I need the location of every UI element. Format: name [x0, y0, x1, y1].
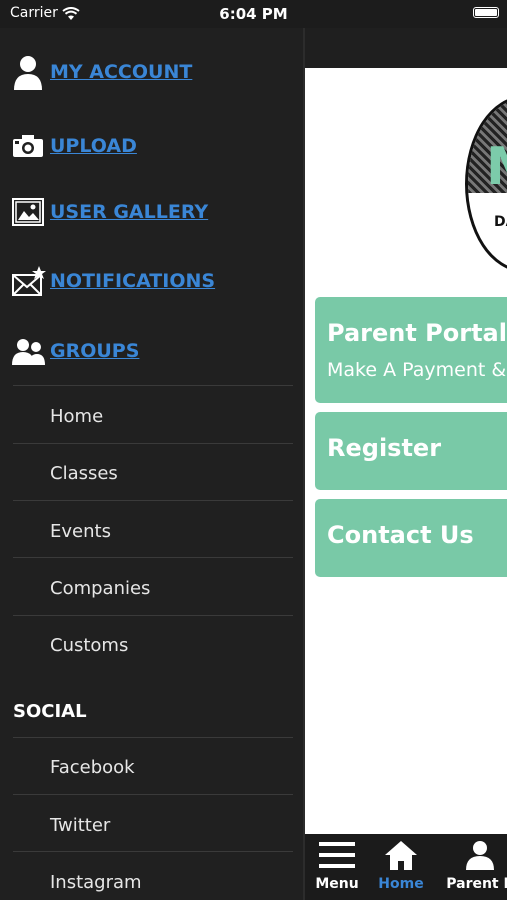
menu-label: GROUPS — [50, 340, 140, 362]
register-button[interactable]: Register — [315, 412, 507, 490]
logo-letter: M — [486, 137, 507, 197]
parent-portal-button[interactable]: Parent Portal Make A Payment & — [315, 297, 507, 403]
divider — [13, 557, 293, 558]
menu-item-user-gallery[interactable]: USER GALLERY — [12, 192, 208, 232]
sidebar-item-twitter[interactable]: Twitter — [50, 814, 110, 838]
camera-icon — [12, 129, 46, 163]
tab-label: Home — [378, 876, 424, 892]
contact-us-button[interactable]: Contact Us — [315, 499, 507, 577]
battery-icon — [473, 7, 499, 18]
envelope-star-icon — [12, 264, 46, 298]
menu-label: NOTIFICATIONS — [50, 270, 216, 292]
sidebar-item-instagram[interactable]: Instagram — [50, 871, 142, 895]
user-icon — [465, 841, 495, 874]
user-icon — [12, 55, 46, 90]
sidebar-item-customs[interactable]: Customs — [50, 634, 128, 658]
tab-label: Menu — [315, 876, 359, 892]
tab-bar: Menu Home Parent P — [305, 834, 507, 900]
menu-label: USER GALLERY — [50, 201, 209, 223]
divider — [13, 737, 293, 738]
menu-item-notifications[interactable]: NOTIFICATIONS — [12, 261, 215, 301]
divider — [13, 443, 293, 444]
tab-parent-portal[interactable]: Parent P — [445, 840, 507, 892]
status-time: 6:04 PM — [219, 5, 288, 23]
divider — [13, 500, 293, 501]
gallery-icon — [12, 195, 46, 229]
button-title: Register — [327, 434, 442, 462]
logo-subtext: DA — [494, 214, 507, 230]
status-bar: Carrier 6:04 PM — [0, 0, 507, 28]
menu-item-my-account[interactable]: MY ACCOUNT — [12, 52, 192, 92]
button-subtitle: Make A Payment & — [327, 359, 507, 381]
tab-menu[interactable]: Menu — [315, 840, 359, 892]
button-title: Parent Portal — [327, 319, 507, 347]
studio-logo: M DA — [465, 96, 507, 272]
tab-label: Parent P — [446, 876, 507, 892]
nav-bar — [305, 28, 507, 68]
menu-item-upload[interactable]: UPLOAD — [12, 126, 137, 166]
sidebar-item-classes[interactable]: Classes — [50, 462, 118, 486]
sidebar-item-facebook[interactable]: Facebook — [50, 756, 135, 780]
sidebar-item-companies[interactable]: Companies — [50, 577, 150, 601]
divider — [13, 851, 293, 852]
menu-item-groups[interactable]: GROUPS — [12, 331, 139, 371]
hamburger-icon — [319, 842, 355, 874]
menu-label: MY ACCOUNT — [50, 61, 193, 83]
divider — [13, 385, 293, 386]
divider — [13, 794, 293, 795]
sidebar-item-events[interactable]: Events — [50, 520, 111, 544]
tab-home[interactable]: Home — [377, 840, 425, 892]
group-icon — [12, 334, 46, 368]
home-icon — [384, 841, 418, 874]
divider — [13, 615, 293, 616]
button-title: Contact Us — [327, 521, 474, 549]
side-menu: MY ACCOUNT UPLOAD USER GALLERY NOTIFICAT… — [0, 28, 305, 900]
sidebar-item-home[interactable]: Home — [50, 405, 103, 429]
menu-label: UPLOAD — [50, 135, 137, 157]
home-content: M DA Parent Portal Make A Payment & Regi… — [305, 68, 507, 834]
section-title-social: SOCIAL — [13, 701, 87, 722]
